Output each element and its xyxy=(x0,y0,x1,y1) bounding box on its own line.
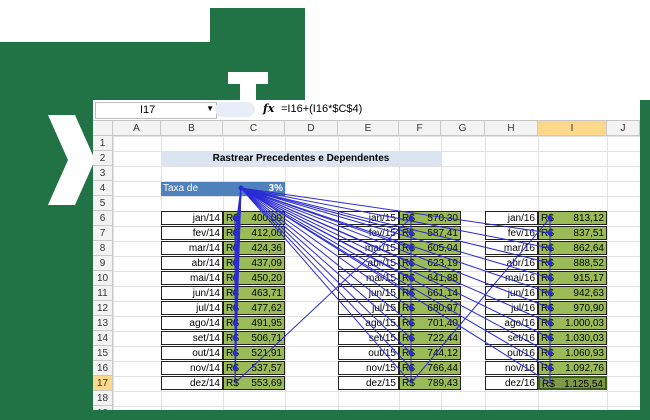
arrow-anchor-dot xyxy=(547,275,553,281)
trace-arrows xyxy=(232,185,553,384)
arrow-anchor-dot xyxy=(232,230,238,236)
arrow-anchor-dot xyxy=(408,260,414,266)
arrow-anchor-dot xyxy=(408,245,414,251)
dependent-arrow xyxy=(240,187,412,309)
arrow-anchor-dot xyxy=(547,335,553,341)
dependent-arrow xyxy=(240,187,412,369)
dependent-arrow xyxy=(240,187,551,309)
dependent-arrow xyxy=(240,187,551,324)
arrow-anchor-dot xyxy=(547,365,553,371)
arrow-anchor-dot xyxy=(232,290,238,296)
arrow-anchor-dot xyxy=(408,365,414,371)
arrow-anchor-dot xyxy=(232,215,238,221)
dependent-arrow xyxy=(234,217,412,384)
arrow-anchor-dot xyxy=(408,305,414,311)
arrow-anchor-dot xyxy=(547,230,553,236)
arrow-anchor-dot xyxy=(408,350,414,356)
arrow-anchor-dot xyxy=(547,320,553,326)
dependent-arrow xyxy=(240,187,551,354)
arrow-anchor-dot xyxy=(408,230,414,236)
arrow-anchor-dot xyxy=(408,275,414,281)
arrow-anchor-dot xyxy=(408,320,414,326)
dependent-arrow xyxy=(240,187,551,264)
arrow-anchor-dot xyxy=(408,335,414,341)
dependent-arrow xyxy=(240,187,551,369)
arrow-anchor-dot xyxy=(232,365,238,371)
arrow-anchor-dot xyxy=(547,260,553,266)
arrow-anchor-dot xyxy=(408,290,414,296)
arrow-anchor-dot xyxy=(232,260,238,266)
dependent-arrow xyxy=(240,187,551,249)
dependent-arrow xyxy=(410,217,551,384)
arrow-anchor-dot xyxy=(232,305,238,311)
arrow-anchor-dot xyxy=(547,290,553,296)
arrow-anchor-dot xyxy=(232,335,238,341)
arrow-anchor-dot xyxy=(232,275,238,281)
arrow-anchor-dot xyxy=(547,350,553,356)
arrow-anchor-dot xyxy=(232,320,238,326)
spreadsheet-window: I17 ▼ fx =I16+(I16*$C$4) ABCDEFGHIJ12345… xyxy=(93,100,640,410)
arrow-anchor-dot xyxy=(232,350,238,356)
dependent-arrow xyxy=(240,187,551,384)
arrow-anchor-dot xyxy=(232,245,238,251)
arrow-anchor-dot xyxy=(547,245,553,251)
arrow-anchor-dot xyxy=(547,305,553,311)
